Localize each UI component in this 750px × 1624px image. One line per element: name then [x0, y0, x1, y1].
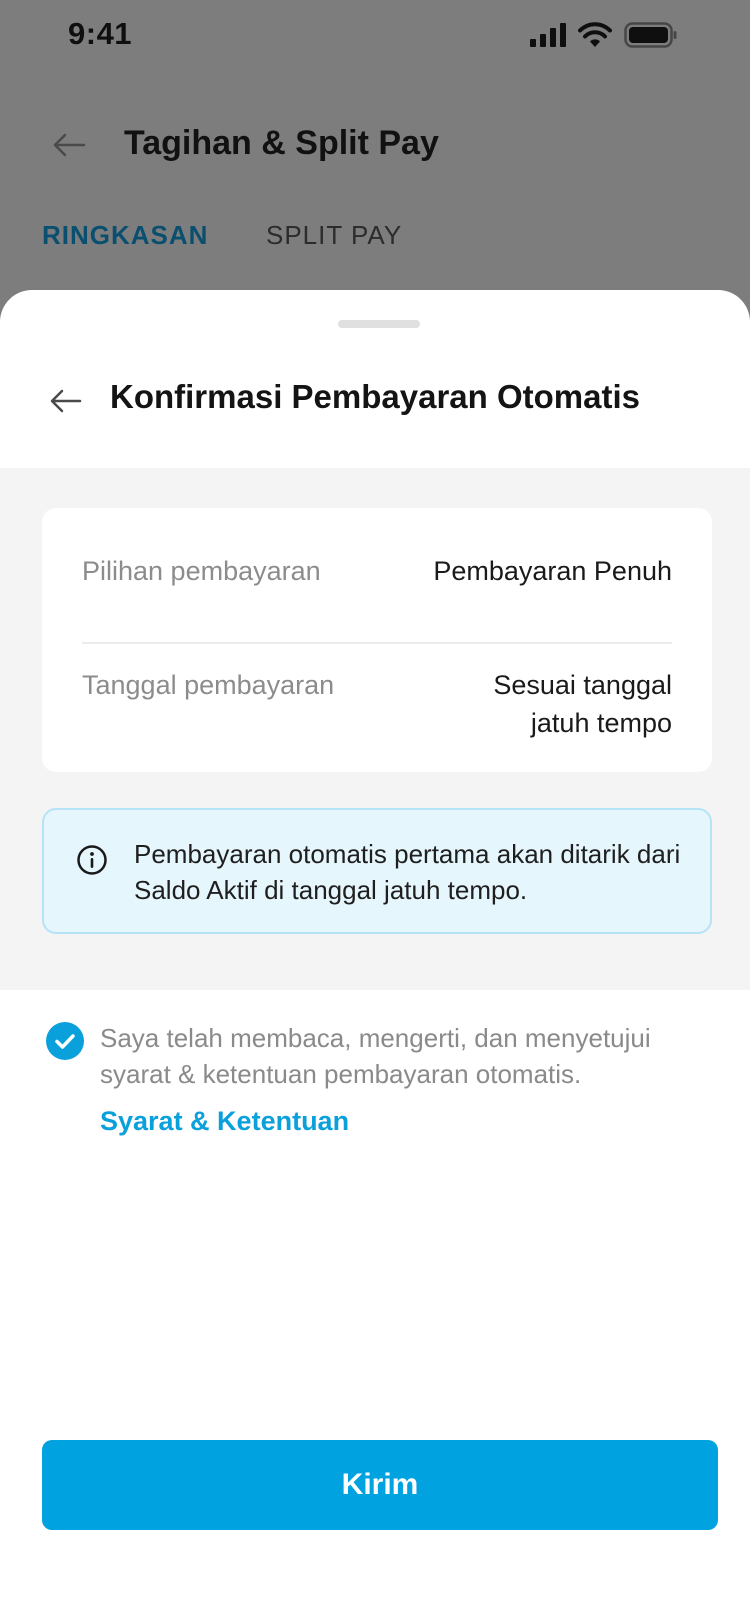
- info-text: Pembayaran otomatis pertama akan ditarik…: [134, 839, 681, 905]
- page-title: Tagihan & Split Pay: [124, 124, 439, 162]
- divider: [82, 642, 672, 644]
- sheet-header: Konfirmasi Pembayaran Otomatis: [0, 360, 750, 460]
- info-icon: [76, 844, 108, 881]
- status-icons: [530, 22, 678, 53]
- tab-ringkasan[interactable]: RINGKASAN: [42, 220, 208, 251]
- check-icon: [55, 1034, 75, 1049]
- battery-icon: [624, 22, 678, 53]
- payment-date-value: Sesuai tanggal jatuh tempo: [493, 670, 672, 738]
- payment-option-label: Pilihan pembayaran: [82, 556, 321, 586]
- payment-option-value: Pembayaran Penuh: [433, 556, 672, 586]
- arrow-left-icon[interactable]: [50, 388, 82, 419]
- submit-button[interactable]: Kirim: [42, 1440, 718, 1530]
- signal-icon: [530, 23, 566, 52]
- info-banner: Pembayaran otomatis pertama akan ditarik…: [42, 808, 712, 934]
- drag-handle[interactable]: [338, 320, 420, 328]
- payment-summary-card: Pilihan pembayaran Pembayaran Penuh Tang…: [42, 508, 712, 772]
- sheet-title: Konfirmasi Pembayaran Otomatis: [110, 378, 640, 415]
- agreement-section: Saya telah membaca, mengerti, dan menyet…: [0, 1010, 750, 1170]
- agreement-text: Saya telah membaca, mengerti, dan menyet…: [100, 1023, 651, 1089]
- status-time: 9:41: [68, 16, 133, 51]
- wifi-icon: [578, 22, 612, 53]
- bottom-sheet: Konfirmasi Pembayaran Otomatis Pilihan p…: [0, 290, 750, 1624]
- background-header: Tagihan & Split Pay: [0, 110, 750, 190]
- payment-date-label: Tanggal pembayaran: [82, 670, 335, 700]
- status-bar: 9:41: [0, 0, 750, 80]
- tab-bar: RINGKASAN SPLIT PAY: [0, 210, 750, 270]
- agreement-checkbox[interactable]: [46, 1022, 84, 1060]
- terms-link[interactable]: Syarat & Ketentuan: [100, 1106, 349, 1137]
- tab-split-pay[interactable]: SPLIT PAY: [266, 220, 402, 251]
- arrow-left-icon[interactable]: [52, 132, 86, 163]
- content-section: Pilihan pembayaran Pembayaran Penuh Tang…: [0, 468, 750, 990]
